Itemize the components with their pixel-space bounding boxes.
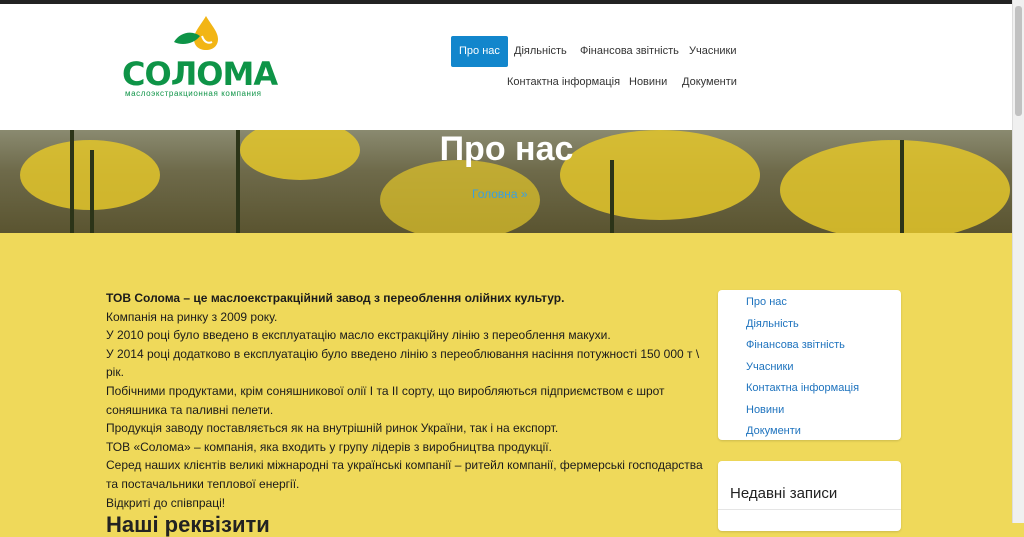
logo-wordmark: СОЛОМА [122, 55, 278, 93]
content-paragraph: Серед наших клієнтів великі міжнародні т… [106, 458, 703, 491]
page-scrollbar[interactable] [1012, 0, 1024, 523]
content-paragraph: Продукція заводу поставляється як на вну… [106, 421, 559, 436]
site-logo[interactable]: СОЛОМА маслоэкстракционная компания [122, 14, 278, 100]
stem-decor [610, 160, 614, 233]
content-paragraph: У 2010 році було введено в експлуатацію … [106, 328, 611, 343]
sidebar-item-activity[interactable]: Діяльність [746, 318, 799, 330]
content-paragraph: У 2014 році додатково в експлуатацію бул… [106, 346, 700, 380]
recent-posts-widget: Недавні записи [718, 461, 901, 531]
page-title: Про нас [439, 130, 574, 168]
scrollbar-thumb[interactable] [1015, 6, 1022, 116]
nav-item-documents[interactable]: Документи [674, 67, 745, 98]
logo-subtitle: маслоэкстракционная компания [125, 89, 262, 98]
recent-posts-title: Недавні записи [730, 485, 838, 502]
sidebar-item-contacts[interactable]: Контактна інформація [746, 382, 859, 394]
main-content: ТОВ Солома – це маслоекстракційний завод… [106, 289, 706, 535]
section-heading: Наші реквізити [106, 512, 270, 537]
lead-paragraph: ТОВ Солома – це маслоекстракційний завод… [106, 291, 565, 305]
content-paragraph: ТОВ «Солома» – компанія, яка входить у г… [106, 439, 552, 454]
content-paragraph: Побічними продуктами, крім соняшникової … [106, 383, 665, 417]
nav-item-financial[interactable]: Фінансова звітність [572, 36, 687, 67]
sidebar-item-documents[interactable]: Документи [746, 425, 801, 437]
nav-item-news[interactable]: Новини [621, 67, 675, 98]
sidebar-item-members[interactable]: Учасники [746, 361, 794, 373]
sidebar-menu: Про нас Діяльність Фінансова звітність У… [718, 290, 901, 440]
content-paragraph: Відкриті до співпраці! [106, 495, 226, 510]
breadcrumb-home[interactable]: Головна » [472, 187, 528, 201]
nav-item-members[interactable]: Учасники [681, 36, 745, 67]
sidebar-item-financial[interactable]: Фінансова звітність [746, 339, 845, 351]
nav-item-contacts[interactable]: Контактна інформація [499, 67, 628, 98]
divider [718, 509, 901, 510]
hero-banner: Про нас Головна » [0, 130, 1013, 233]
site-header: СОЛОМА маслоэкстракционная компания Про … [0, 4, 1013, 130]
sidebar-item-about[interactable]: Про нас [746, 296, 787, 308]
oil-drop-leaf-icon [174, 16, 218, 50]
nav-item-activity[interactable]: Діяльність [506, 36, 575, 67]
content-paragraph: Компанія на ринку з 2009 року. [106, 309, 278, 324]
nav-item-about[interactable]: Про нас [451, 36, 508, 67]
sidebar-item-news[interactable]: Новини [746, 404, 784, 416]
